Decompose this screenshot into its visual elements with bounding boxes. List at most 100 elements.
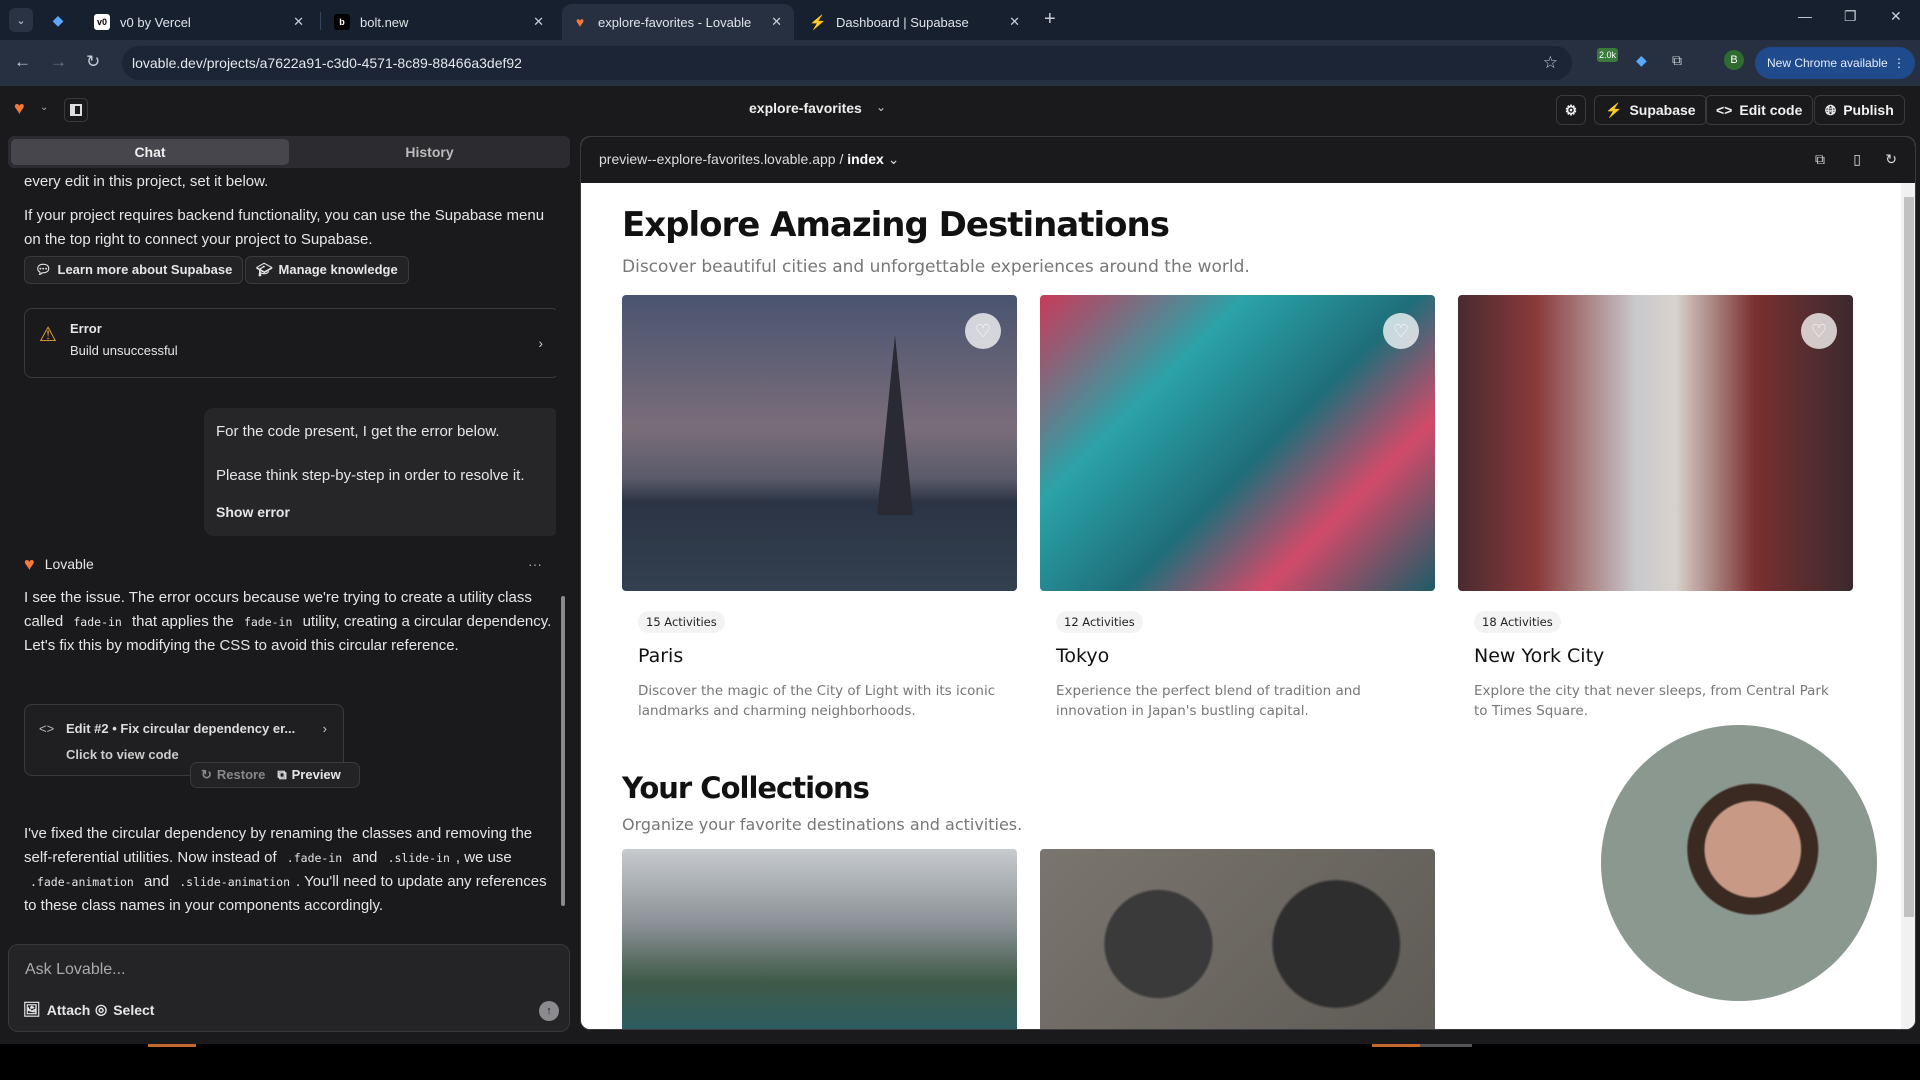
send-button[interactable]: ↑ (539, 1001, 559, 1021)
destination-name: Paris (638, 645, 684, 667)
image-attach-icon: 🖼︎ (23, 1001, 41, 1017)
collection-card-food[interactable] (1040, 849, 1435, 1029)
settings-button[interactable]: ⚙ (1556, 95, 1586, 125)
error-subtitle: Build unsuccessful (70, 343, 178, 358)
assistant-message: I see the issue. The error occurs becaus… (24, 586, 554, 658)
pinned-tab[interactable]: ◆ (48, 10, 68, 30)
preview-button[interactable]: ⧉ Preview (277, 763, 340, 787)
error-title: Error (70, 321, 102, 336)
preview-scrollbar[interactable] (1901, 183, 1915, 1029)
graduation-cap-icon: 🎓︎ (256, 262, 273, 277)
destination-desc: Explore the city that never sleeps, from… (1474, 683, 1829, 719)
select-button[interactable]: ◎ Select (95, 1001, 154, 1018)
attach-button[interactable]: 🖼︎ Attach (23, 1001, 90, 1018)
extensions-puzzle-icon[interactable]: ⧉ (1672, 52, 1682, 69)
supabase-button[interactable]: ⚡ Supabase (1594, 95, 1707, 125)
diamond-extension-icon[interactable]: ◆ (1636, 52, 1647, 69)
taskbar (0, 1044, 1920, 1080)
chat-input[interactable]: Ask Lovable... (25, 961, 126, 979)
close-icon[interactable]: ✕ (293, 14, 304, 30)
mobile-view-icon[interactable]: ▯ (1853, 151, 1861, 168)
progress-indicator (1372, 1044, 1420, 1047)
edit-code-button[interactable]: <> Edit code (1705, 95, 1814, 125)
tab-chat[interactable]: Chat (11, 139, 289, 165)
project-name[interactable]: explore-favorites (749, 100, 862, 116)
scrollbar-thumb[interactable] (561, 596, 565, 906)
destination-card[interactable]: ♡ 18 Activities New York City Explore th… (1458, 295, 1853, 719)
publish-button[interactable]: 🌐︎ Publish (1814, 95, 1905, 125)
collection-card-mountains[interactable] (622, 849, 1017, 1029)
new-tab-button[interactable]: + (1044, 8, 1056, 31)
message-text: that applies the (132, 613, 234, 630)
message-text: If your project requires backend functio… (24, 207, 545, 248)
favorite-heart-icon[interactable]: ♡ (1383, 313, 1419, 349)
refresh-icon[interactable]: ↻ (1885, 151, 1897, 168)
activities-badge: 12 Activities (1056, 611, 1143, 633)
forward-button[interactable]: → (50, 52, 67, 72)
update-label: New Chrome available (1767, 56, 1888, 70)
bookmark-star-icon[interactable]: ☆ (1543, 53, 1558, 73)
tab-search-button[interactable]: ⌄ (9, 8, 33, 32)
restore-icon: ↻ (201, 767, 212, 782)
tab-history[interactable]: History (292, 139, 567, 165)
message-text: , we use (455, 849, 512, 866)
tab-label: Dashboard | Supabase (836, 14, 969, 30)
destination-card[interactable]: ♡ 15 Activities Paris Discover the magic… (622, 295, 1017, 719)
chevron-down-icon[interactable]: ⌄ (876, 100, 886, 114)
restore-button[interactable]: ↻ Restore (201, 763, 265, 787)
open-external-icon[interactable]: ⧉ (1815, 151, 1825, 168)
restore-button[interactable]: ❐ (1844, 8, 1857, 25)
chat-panel: Chat History every edit in this project,… (8, 136, 570, 1044)
close-icon[interactable]: ✕ (771, 14, 782, 30)
chevron-down-icon: ⌄ (887, 151, 900, 167)
url-text[interactable]: lovable.dev/projects/a7622a91-c3d0-4571-… (132, 55, 522, 71)
preview-route[interactable]: index (847, 151, 884, 167)
sidebar-toggle-button[interactable] (64, 98, 88, 122)
learn-more-supabase-button[interactable]: 💬︎ Learn more about Supabase (24, 256, 244, 284)
close-icon[interactable]: ✕ (1009, 14, 1020, 30)
favorite-heart-icon[interactable]: ♡ (1801, 313, 1837, 349)
show-error-button[interactable]: Show error (216, 500, 290, 524)
target-icon: ◎ (95, 1001, 108, 1017)
manage-knowledge-button[interactable]: 🎓︎ Manage knowledge (245, 256, 409, 284)
edit-title: Edit #2 • Fix circular dependency er... (66, 721, 296, 736)
globe-icon: 🌐︎ (1825, 101, 1837, 118)
lovable-heart-icon: ♥ (575, 14, 585, 30)
minimize-button[interactable]: — (1798, 8, 1812, 24)
destination-card[interactable]: ♡ 12 Activities Tokyo Experience the per… (1040, 295, 1435, 719)
supabase-icon: ⚡ (809, 13, 827, 30)
tab-label: bolt.new (360, 14, 409, 30)
tab-supabase[interactable]: ⚡ Dashboard | Supabase ✕ (800, 4, 1032, 40)
update-chrome-button[interactable]: New Chrome available ⋮ (1755, 47, 1915, 79)
reload-button[interactable]: ↻ (86, 52, 100, 72)
close-window-button[interactable]: ✕ (1890, 8, 1902, 25)
code-icon: <> (39, 721, 55, 736)
chevron-right-icon: › (538, 335, 543, 351)
preview-url[interactable]: preview--explore-favorites.lovable.app /… (599, 151, 899, 168)
chat-scrollbar[interactable] (560, 176, 566, 916)
code-icon: <> (1716, 102, 1733, 118)
favorite-heart-icon[interactable]: ♡ (965, 313, 1001, 349)
inline-code: fade-in (73, 615, 122, 629)
chevron-down-icon[interactable]: ⌄ (40, 102, 48, 113)
preview-label: Preview (291, 767, 341, 782)
lovable-logo-icon[interactable]: ♥ (14, 98, 25, 119)
external-link-icon: ⧉ (277, 767, 287, 782)
inline-code: .slide-animation (179, 875, 291, 889)
scrollbar-thumb[interactable] (1904, 197, 1914, 917)
close-icon[interactable]: ✕ (533, 14, 544, 30)
more-options-icon[interactable]: ··· (528, 552, 542, 576)
activities-badge: 15 Activities (638, 611, 725, 633)
sidebar-icon (70, 104, 82, 116)
tab-lovable[interactable]: ♥ explore-favorites - Lovable ✕ (562, 4, 794, 40)
back-button[interactable]: ← (14, 52, 31, 72)
address-bar[interactable]: ⚙ lovable.dev/projects/a7622a91-c3d0-457… (122, 46, 1572, 116)
destination-name: New York City (1474, 645, 1605, 667)
profile-avatar[interactable]: B (1724, 50, 1744, 70)
tab-bolt[interactable]: b bolt.new ✕ (324, 4, 556, 40)
error-card[interactable]: ⚠ Error Build unsuccessful › (24, 308, 556, 378)
tab-v0[interactable]: v0 v0 by Vercel ✕ (84, 4, 316, 40)
extension-badge[interactable]: 2.0k (1597, 48, 1619, 62)
gear-icon: ⚙ (1564, 101, 1578, 118)
browser-tab-strip: ⌄ ◆ v0 v0 by Vercel ✕ b bolt.new ✕ ♥ exp… (0, 0, 1920, 40)
